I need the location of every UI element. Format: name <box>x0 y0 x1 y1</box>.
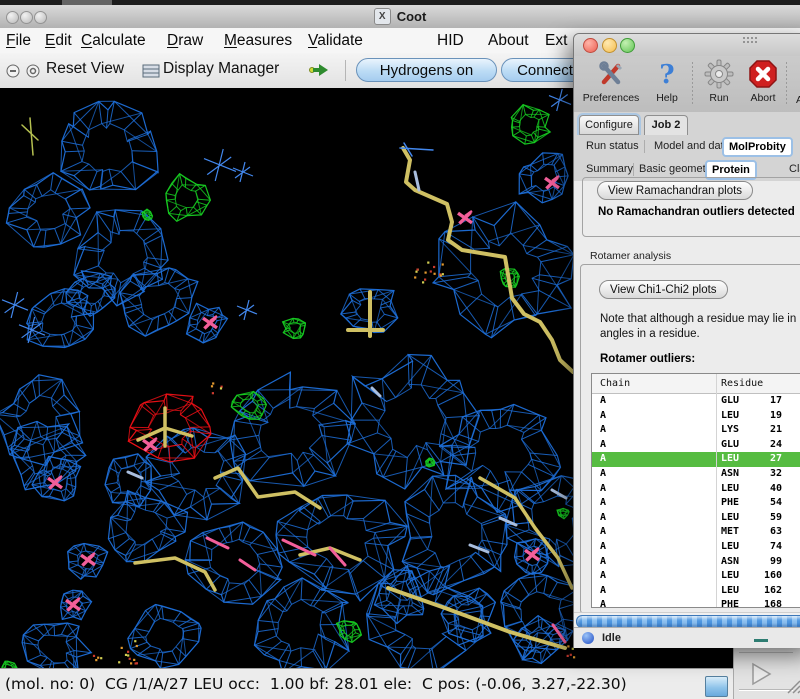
dialog-toolbar: Preferences?Help RunAbort A <box>574 56 800 113</box>
clipped-toolbar-label: A <box>796 94 800 106</box>
atom-status-text: (mol. no: 0) CG /1/A/27 LEU occ: 1.00 bf… <box>5 669 627 699</box>
teal-dash <box>754 639 768 642</box>
tab-configure[interactable]: Configure <box>579 115 639 135</box>
window-title: X Coot <box>0 5 800 28</box>
rotamer-outlier-row[interactable]: AGLU17 <box>592 394 800 409</box>
run-icon <box>698 59 740 91</box>
menu-hid[interactable]: HID <box>437 28 464 53</box>
column-header-chain[interactable]: Chain <box>600 374 630 393</box>
rotamer-outlier-row[interactable]: ALEU19 <box>592 409 800 424</box>
help-icon: ? <box>650 59 684 91</box>
mnemonic-letter: F <box>6 32 15 49</box>
rotamer-outlier-row[interactable]: AMET63 <box>592 525 800 540</box>
rotamer-analysis-label: Rotamer analysis <box>588 250 673 262</box>
coot-application: X Coot File Edit Calculate Draw Measures Vali… <box>0 0 800 699</box>
column-header-residue[interactable]: Residue <box>721 374 763 393</box>
rotamer-outlier-row[interactable]: AASN99 <box>592 555 800 570</box>
reset-view-button[interactable]: Reset View <box>46 60 124 78</box>
rotamer-outlier-row[interactable]: AGLU24 <box>592 438 800 453</box>
tab-molprobity[interactable]: MolProbity <box>722 137 793 157</box>
rotamer-outlier-row[interactable]: APHE54 <box>592 496 800 511</box>
rotamer-outlier-row[interactable]: APHE168 <box>592 598 800 608</box>
rotamer-outlier-row[interactable]: ALEU27 <box>592 452 800 467</box>
window-title-text: Coot <box>397 9 427 24</box>
dialog-status-row: Idle <box>574 627 800 648</box>
view-chi1-chi2-plots-button[interactable]: View Chi1-Chi2 plots <box>599 280 728 299</box>
undo-view-icon[interactable] <box>6 64 20 83</box>
dialog-minimize-icon[interactable] <box>602 38 617 53</box>
x11-icon: X <box>374 8 391 25</box>
mnemonic-letter: M <box>224 32 237 49</box>
column-separator <box>716 374 717 607</box>
table-body: AGLU17ALEU19ALYS21AGLU24ALEU27AASN32ALEU… <box>592 394 800 608</box>
mnemonic-letter: C <box>81 32 92 49</box>
rotamer-outliers-table[interactable]: Chain Residue AGLU17ALEU19ALYS21AGLU24AL… <box>591 373 800 608</box>
rotamer-outlier-row[interactable]: ALEU40 <box>592 482 800 497</box>
view-ramachandran-plots-button[interactable]: View Ramachandran plots <box>597 181 753 200</box>
grip-dots-icon <box>742 36 758 44</box>
rotamer-note-line1: Note that although a residue may lie in <box>600 313 796 325</box>
menu-draw[interactable]: Draw <box>167 28 203 53</box>
rotamer-outlier-row[interactable]: AASN32 <box>592 467 800 482</box>
menu-ext[interactable]: Ext <box>545 28 567 53</box>
mnemonic-letter: E <box>45 32 55 49</box>
ramachandran-frame: View Ramachandran plots No Ramachandran … <box>582 177 800 237</box>
tab-separator <box>633 163 634 176</box>
menu-edit[interactable]: Edit <box>45 28 72 53</box>
rotamer-outliers-heading: Rotamer outliers: <box>600 353 695 365</box>
rotamer-outlier-row[interactable]: ALEU162 <box>592 584 800 599</box>
toolbar-separator <box>786 62 787 104</box>
menu-calculate[interactable]: Calculate <box>81 28 146 53</box>
tab-job-2[interactable]: Job 2 <box>644 115 688 136</box>
preferences-button[interactable]: Preferences <box>576 59 646 104</box>
color-swatch[interactable] <box>705 676 728 697</box>
job-tabs: ConfigureJob 2 <box>574 112 800 136</box>
toolbar-separator <box>345 60 346 81</box>
abort-button[interactable]: Abort <box>740 59 786 104</box>
mnemonic-letter: D <box>167 32 178 49</box>
menu-measures[interactable]: Measures <box>224 28 292 53</box>
statusbar: (mol. no: 0) CG /1/A/27 LEU occ: 1.00 bf… <box>0 668 733 699</box>
rotamer-outlier-row[interactable]: ALEU160 <box>592 569 800 584</box>
dialog-status-text: Idle <box>602 628 621 648</box>
main-titlebar[interactable]: X Coot <box>0 5 800 29</box>
table-header[interactable]: Chain Residue <box>592 374 800 394</box>
menu-file[interactable]: File <box>6 28 31 53</box>
abort-icon <box>740 59 786 91</box>
menu-validate[interactable]: Validate <box>308 28 363 53</box>
tab-model-and-data[interactable]: Model and data <box>654 135 730 158</box>
molprobity-dialog: Preferences?Help RunAbort A ConfigureJob 2… <box>573 33 800 648</box>
play-triangle-icon[interactable] <box>748 661 774 692</box>
help-button[interactable]: ?Help <box>650 59 684 104</box>
mnemonic-letter: V <box>308 32 317 49</box>
result-tabs: Run status Model and dataMolProbity <box>574 135 800 159</box>
redo-view-icon[interactable] <box>26 64 40 83</box>
resize-grip-icon[interactable] <box>785 678 800 699</box>
rotamer-outlier-row[interactable]: ALEU74 <box>592 540 800 555</box>
panel-divider <box>739 652 793 653</box>
dialog-close-icon[interactable] <box>583 38 598 53</box>
rotamer-outlier-row[interactable]: ALYS21 <box>592 423 800 438</box>
tab-run-status[interactable]: Run status <box>586 135 639 158</box>
ramachandran-message: No Ramachandran outliers detected <box>598 206 795 218</box>
dialog-titlebar[interactable] <box>574 34 800 56</box>
preferences-icon <box>576 59 646 91</box>
menu-about[interactable]: About <box>488 28 529 53</box>
display-manager-button[interactable]: Display Manager <box>163 60 279 78</box>
idle-status-icon <box>582 632 594 644</box>
dialog-zoom-icon[interactable] <box>620 38 635 53</box>
hydrogens-on-button[interactable]: Hydrogens on <box>356 58 497 82</box>
rotamer-frame: View Chi1-Chi2 plots Note that although … <box>580 264 800 614</box>
svg-text:?: ? <box>659 60 674 89</box>
horizontal-scrollbar[interactable] <box>574 612 800 628</box>
rotamer-note-line2: angles in a residue. <box>600 328 700 340</box>
side-panel <box>733 645 800 699</box>
rotamer-outlier-row[interactable]: ALEU59 <box>592 511 800 526</box>
run-button[interactable]: Run <box>698 59 740 104</box>
display-manager-icon <box>142 64 160 83</box>
toolbar-separator <box>692 62 693 104</box>
forward-arrow-icon[interactable] <box>309 63 329 82</box>
tab-separator <box>644 140 645 153</box>
